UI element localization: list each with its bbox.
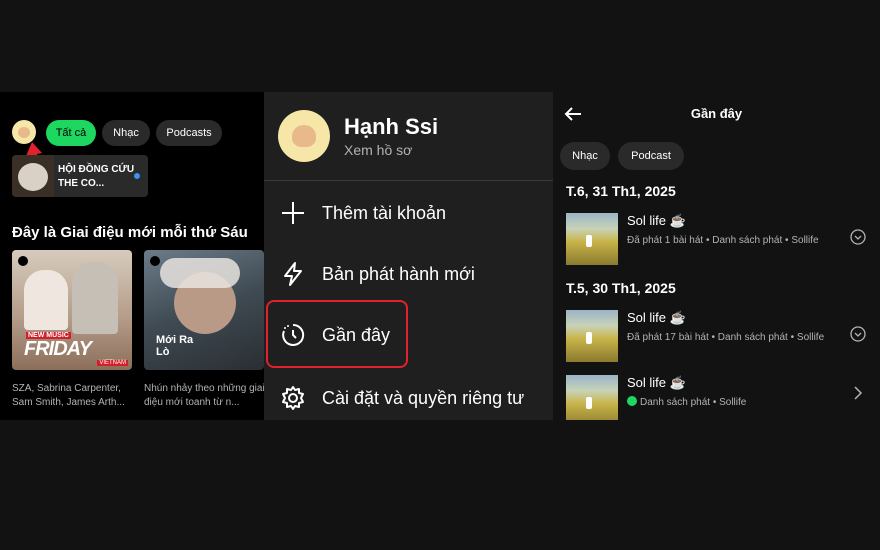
recent-item[interactable]: Sol life ☕ Đã phát 17 bài hát • Danh sác… — [566, 310, 866, 366]
recent-item[interactable]: Sol life ☕ Đã phát 1 bài hát • Danh sách… — [566, 213, 866, 269]
shortcut-title: HỘI ĐỒNG CỨU THE CO... — [58, 164, 135, 189]
divider — [264, 180, 553, 181]
playlist-card-new-music-friday[interactable]: NEW MUSIC FRIDAY VIETNAM — [12, 250, 132, 370]
item-title: Sol life ☕ — [627, 213, 686, 228]
filter-chip-podcast[interactable]: Podcast — [618, 142, 684, 170]
card-label-country: VIETNAM — [97, 360, 128, 366]
recent-item[interactable]: Sol life ☕ Danh sách phát • Sollife — [566, 375, 866, 420]
filter-chip-music[interactable]: Nhạc — [560, 142, 610, 170]
menu-item-label: Bản phát hành mới — [322, 263, 475, 284]
card-label-big: FRIDAY — [24, 338, 92, 360]
card-label-big: Mới Ra Lò — [156, 334, 194, 358]
page-title: Gần đây — [690, 106, 743, 121]
playlist-card-moi-ra-lo[interactable]: Mới Ra Lò — [144, 250, 264, 370]
item-meta-row: Danh sách phát • Sollife — [627, 395, 837, 411]
profile-menu-panel: Hạnh Ssi Xem hồ sơ Thêm tài khoản Bản ph… — [264, 92, 553, 420]
highlight-box-annotation — [266, 300, 408, 368]
profile-avatar[interactable] — [278, 110, 330, 162]
bird-avatar-icon — [292, 125, 316, 147]
section-title: Đây là Giai điệu mới mỗi thứ Sáu — [12, 224, 248, 241]
chip-all[interactable]: Tất cả — [46, 120, 96, 146]
menu-item-label: Thêm tài khoản — [322, 202, 447, 223]
shortcut-card[interactable]: HỘI ĐỒNG CỨU THE CO... — [12, 155, 148, 197]
chip-podcasts[interactable]: Podcasts — [156, 120, 222, 146]
item-title: Sol life ☕ — [627, 375, 686, 390]
item-meta: Danh sách phát • Sollife — [640, 397, 747, 408]
playlist-cover — [566, 310, 618, 362]
gear-icon — [264, 385, 322, 411]
home-panel: Tất cả Nhạc Podcasts HỘI ĐỒNG CỨU THE CO… — [0, 0, 264, 550]
new-episode-dot-icon — [134, 173, 140, 179]
item-title: Sol life ☕ — [627, 310, 686, 325]
recents-panel: Gần đây Nhạc Podcast T.6, 31 Th1, 2025 S… — [553, 92, 880, 420]
spotify-logo-icon — [150, 256, 160, 266]
shortcut-thumbnail — [12, 155, 54, 197]
bird-avatar-icon — [18, 126, 30, 138]
item-meta: Đã phát 17 bài hát • Danh sách phát • So… — [627, 332, 825, 343]
profile-name: Hạnh Ssi — [344, 114, 439, 139]
item-meta: Đã phát 1 bài hát • Danh sách phát • Sol… — [627, 235, 819, 246]
spotify-logo-icon — [18, 256, 28, 266]
menu-item-new-releases[interactable]: Bản phát hành mới — [264, 249, 553, 299]
menu-item-add-account[interactable]: Thêm tài khoản — [264, 188, 553, 238]
playlist-cover — [566, 375, 618, 420]
menu-item-settings-privacy[interactable]: Cài đặt và quyền riêng tư — [264, 373, 553, 420]
view-profile-link[interactable]: Xem hồ sơ — [344, 142, 412, 158]
playlist-cover — [566, 213, 618, 265]
chip-music[interactable]: Nhạc — [102, 120, 150, 146]
date-header: T.6, 31 Th1, 2025 — [566, 183, 676, 199]
chevron-right-icon[interactable] — [850, 385, 866, 401]
menu-item-label: Cài đặt và quyền riêng tư — [322, 387, 525, 408]
chevron-down-circle-icon[interactable] — [850, 229, 866, 245]
downloaded-check-icon — [627, 396, 637, 406]
plus-icon — [264, 200, 322, 226]
card-description: SZA, Sabrina Carpenter, Sam Smith, James… — [12, 383, 125, 408]
chevron-down-circle-icon[interactable] — [850, 326, 866, 342]
lightning-icon — [264, 261, 322, 287]
card-description: Nhún nhảy theo những giai điệu mới toanh… — [144, 383, 264, 408]
date-header: T.5, 30 Th1, 2025 — [566, 280, 676, 296]
